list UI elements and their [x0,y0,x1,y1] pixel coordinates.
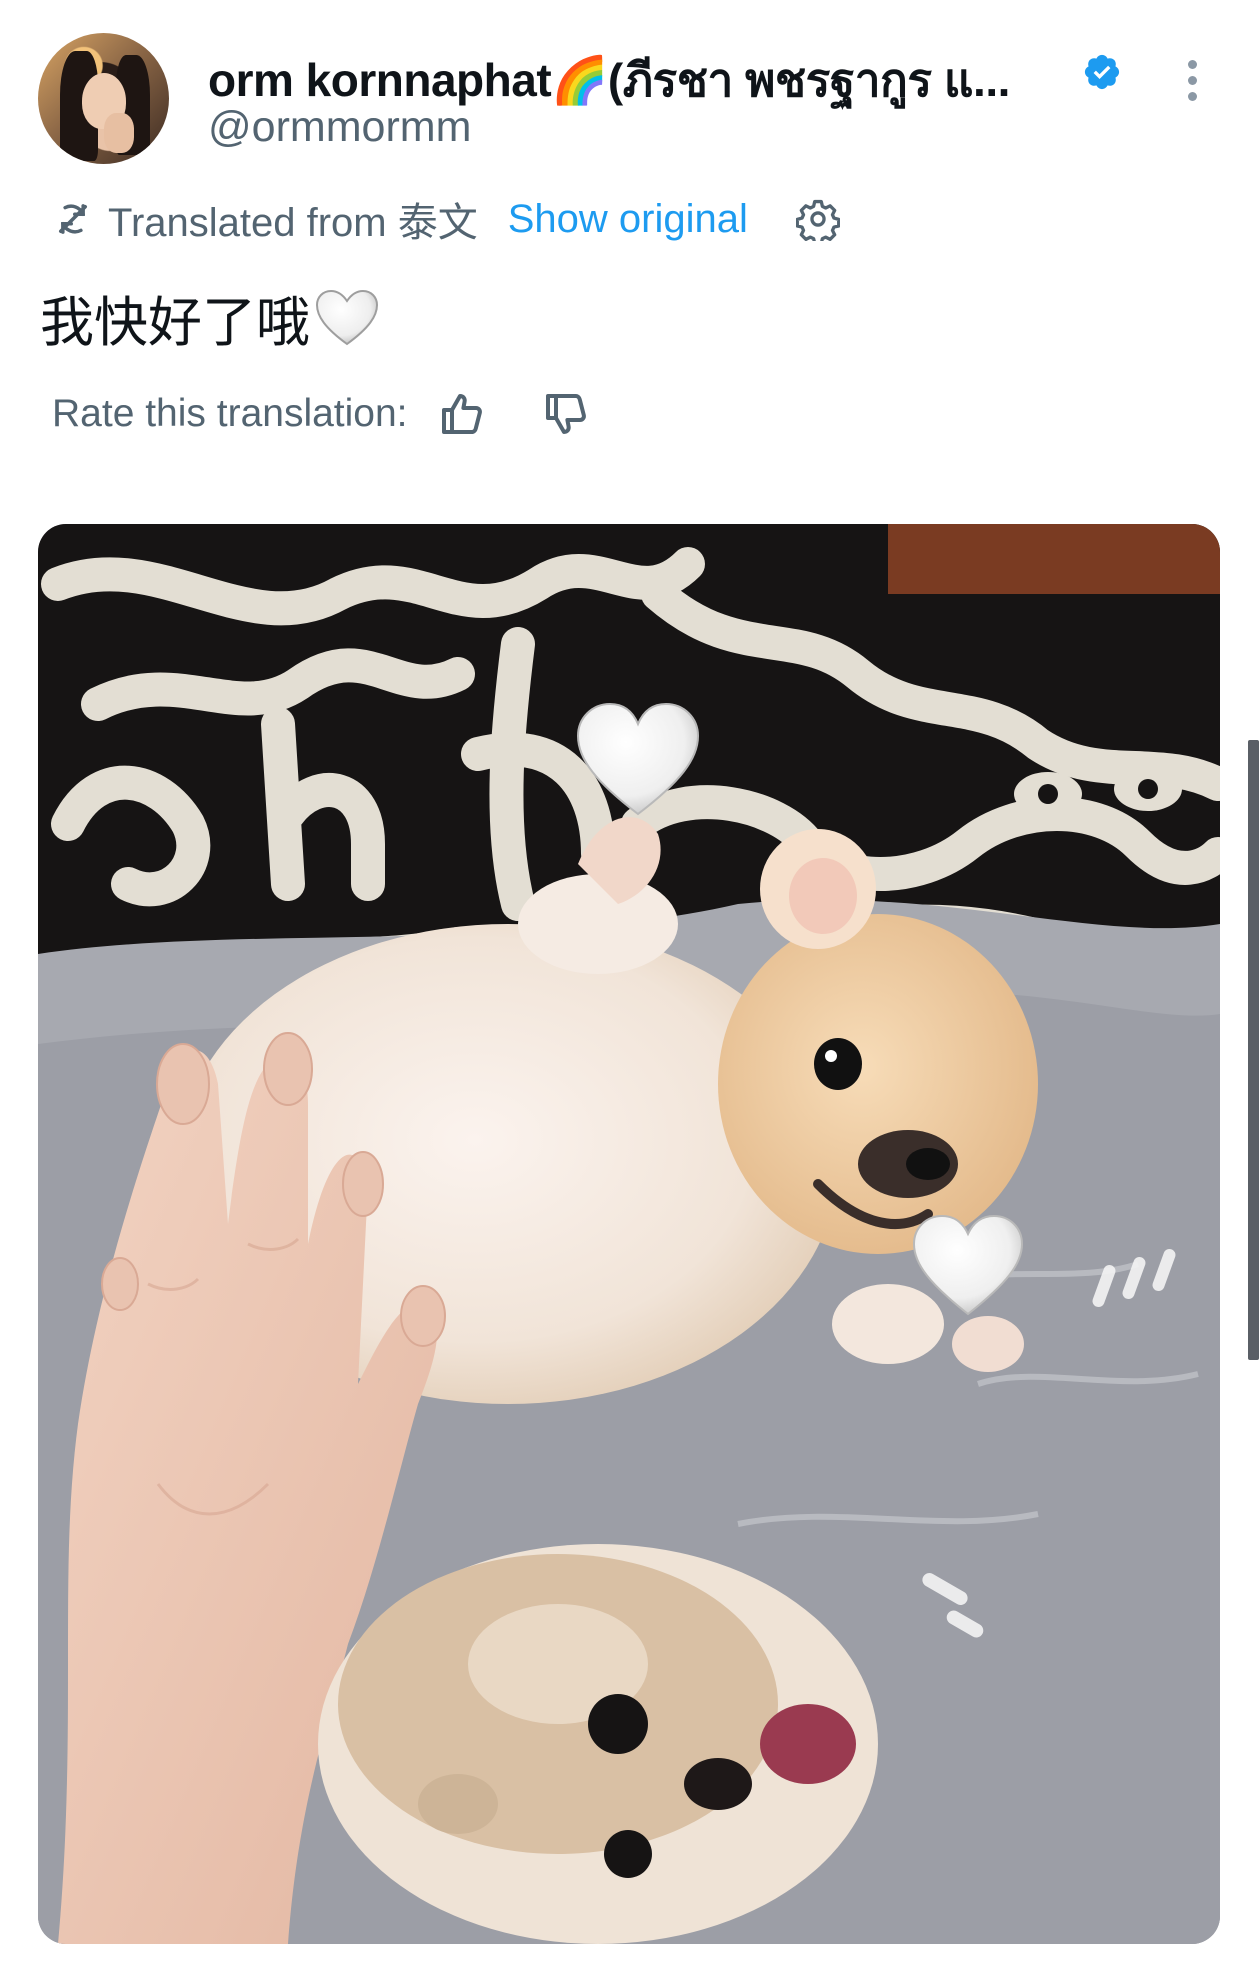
verified-badge-icon [1084,54,1120,90]
gear-icon[interactable] [795,197,840,241]
user-handle[interactable]: @ormmormm [208,103,471,152]
tweet-text: 我快好了哦 [40,278,380,357]
translation-bar: Translated from 泰文 Show original [52,196,840,245]
scrollbar[interactable] [1248,740,1259,1360]
tweet-body: 我快好了哦 [40,293,310,353]
rate-translation-label: Rate this translation: [52,392,408,435]
translate-icon [59,204,87,234]
show-original-link[interactable]: Show original [508,197,748,242]
more-options-icon[interactable] [1180,60,1204,110]
white-heart-icon [315,289,379,345]
user-avatar[interactable] [38,33,169,164]
thumbs-up-icon[interactable] [438,390,486,438]
rate-translation-bar: Rate this translation: [52,386,590,442]
thumbs-down-icon[interactable] [542,390,590,438]
translated-from-label: Translated from 泰文 [108,201,478,245]
tweet-photo[interactable] [38,524,1220,1944]
